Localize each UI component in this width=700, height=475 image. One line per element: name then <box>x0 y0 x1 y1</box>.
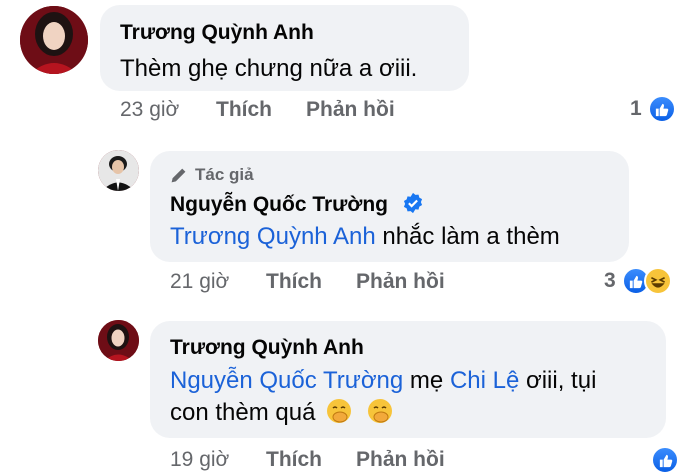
author-name[interactable]: Trương Quỳnh Anh <box>170 336 364 360</box>
haha-icon <box>643 267 672 295</box>
hand-over-mouth-emoji-icon <box>326 398 352 424</box>
comment-bubble: Trương Quỳnh Anh Nguyễn Quốc Trường mẹ C… <box>150 321 666 438</box>
like-icon <box>651 446 679 474</box>
author-tag-label: Tác giả <box>195 165 254 184</box>
comment-text: Thèm ghẹ chưng nữa a ơiii. <box>120 55 418 82</box>
comment-bubble: Trương Quỳnh Anh Thèm ghẹ chưng nữa a ơi… <box>100 5 469 91</box>
comment-body: nhắc làm a thèm <box>382 223 560 250</box>
profile-photo-icon <box>98 320 139 361</box>
reaction-count: 1 <box>630 97 642 120</box>
reaction-count: 3 <box>604 269 616 292</box>
comment-actions: 23 giờ Thích Phản hồi <box>120 98 429 122</box>
reply-button[interactable]: Phản hồi <box>356 448 445 472</box>
timestamp[interactable]: 21 giờ <box>170 270 266 294</box>
comment-text-line-2: con thèm quá <box>170 397 393 429</box>
like-icon <box>647 95 676 123</box>
reaction-summary[interactable]: 1 <box>630 95 676 123</box>
author-name: Nguyễn Quốc Trường <box>170 192 424 217</box>
comment-body: ơiii, tụi <box>519 367 597 394</box>
author-name[interactable]: Trương Quỳnh Anh <box>120 21 314 45</box>
timestamp[interactable]: 23 giờ <box>120 98 216 122</box>
avatar[interactable] <box>98 150 139 191</box>
reaction-summary[interactable]: 3 <box>604 267 672 295</box>
author-badge: Tác giả <box>170 165 254 185</box>
like-button[interactable]: Thích <box>266 448 322 472</box>
profile-photo-icon <box>98 150 139 191</box>
comment-text: Trương Quỳnh Anh nhắc làm a thèm <box>170 221 560 253</box>
like-button[interactable]: Thích <box>216 98 272 122</box>
reaction-summary[interactable] <box>651 446 679 474</box>
like-button[interactable]: Thích <box>266 270 322 294</box>
mention-link[interactable]: Nguyễn Quốc Trường <box>170 367 403 394</box>
avatar[interactable] <box>20 6 88 74</box>
timestamp[interactable]: 19 giờ <box>170 448 266 472</box>
pencil-icon <box>171 168 186 182</box>
hand-over-mouth-emoji-icon <box>367 398 393 424</box>
reply-button[interactable]: Phản hồi <box>306 98 395 122</box>
reply-button[interactable]: Phản hồi <box>356 270 445 294</box>
avatar[interactable] <box>98 320 139 361</box>
profile-photo-icon <box>20 6 88 74</box>
comment-body: con thèm quá <box>170 399 316 426</box>
comment-body: mẹ <box>403 367 450 394</box>
mention-link[interactable]: Trương Quỳnh Anh <box>170 223 376 250</box>
comment-actions: 21 giờ Thích Phản hồi <box>170 270 479 294</box>
mention-link[interactable]: Chi Lệ <box>450 367 519 394</box>
comment-actions: 19 giờ Thích Phản hồi <box>170 448 479 472</box>
comment-text: Nguyễn Quốc Trường mẹ Chi Lệ ơiii, tụi <box>170 365 596 397</box>
author-name-text[interactable]: Nguyễn Quốc Trường <box>170 193 388 216</box>
comment-bubble: Tác giả Nguyễn Quốc Trường Trương Quỳnh … <box>150 151 629 262</box>
verified-badge-icon <box>402 192 424 214</box>
